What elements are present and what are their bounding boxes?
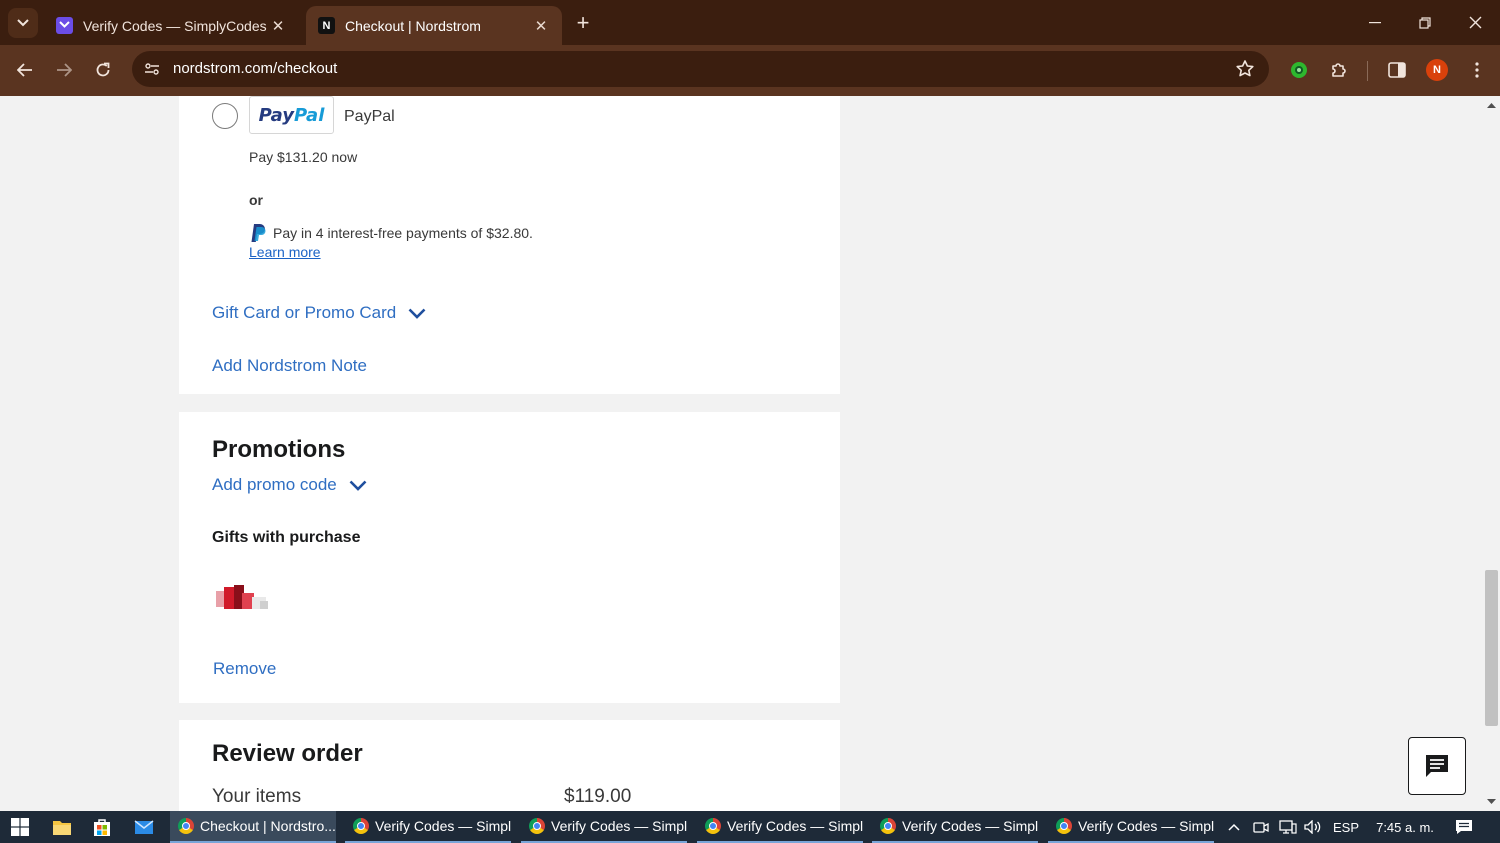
chrome-icon [1056,818,1072,834]
your-items-label: Your items [212,786,302,807]
pay-in-4-row: Pay in 4 interest-free payments of $32.8… [249,222,533,244]
paypal-p-icon [251,224,266,242]
close-tab-icon[interactable]: ✕ [532,17,550,35]
reload-button[interactable] [88,55,118,85]
taskbar-app-verify-codes[interactable]: Verify Codes — Simpl... [872,811,1038,843]
paypal-radio[interactable] [212,103,238,129]
meet-icon[interactable] [1252,817,1270,837]
taskbar-app-label: Verify Codes — Simpl... [727,818,863,834]
scroll-up-icon[interactable] [1487,101,1496,110]
new-tab-button[interactable]: + [570,10,596,36]
paypal-label: PayPal [344,108,395,125]
pay-in-4-text: Pay in 4 interest-free payments of $32.8… [273,225,533,241]
chevron-up-icon[interactable] [1225,817,1243,837]
tab-title: Verify Codes — SimplyCodes [83,17,267,34]
tab-verify-codes[interactable]: Verify Codes — SimplyCodes ✕ [44,6,299,45]
taskbar-app-verify-codes[interactable]: Verify Codes — Simpl... [697,811,863,843]
scrollbar-thumb[interactable] [1485,570,1498,726]
taskbar-app-verify-codes[interactable]: Verify Codes — Simpl... [1048,811,1214,843]
forward-button[interactable] [49,55,79,85]
bookmark-star-icon[interactable] [1235,59,1255,79]
toolbar-divider [1367,61,1368,81]
side-panel-icon[interactable] [1385,58,1409,82]
taskbar-app-label: Checkout | Nordstro... [200,818,336,834]
url-text: nordstrom.com/checkout [173,60,338,77]
reload-icon [96,62,110,77]
page-content: Pay Pal PayPal Pay $131.20 now or Pay in … [0,96,1500,811]
taskbar-app-label: Verify Codes — Simpl... [902,818,1038,834]
chrome-icon [529,818,545,834]
promotions-section: Promotions Add promo code Gifts with pur… [179,412,840,703]
nordstrom-icon: N [318,17,335,34]
or-separator: or [249,192,263,208]
scroll-down-icon[interactable] [1487,797,1496,806]
extensions-puzzle-icon[interactable] [1327,58,1351,82]
extension-green-icon[interactable] [1287,58,1311,82]
simplycodes-icon [56,17,73,34]
notifications-icon[interactable] [1452,817,1476,837]
taskbar-app-checkout[interactable]: Checkout | Nordstro... [170,811,336,843]
address-bar[interactable]: nordstrom.com/checkout [132,51,1269,87]
browser-toolbar: nordstrom.com/checkout N [0,45,1500,96]
tab-strip: Verify Codes — SimplyCodes ✕ N Checkout … [0,0,1500,45]
chat-button[interactable] [1408,737,1466,795]
chevron-down-icon [349,480,367,491]
volume-icon[interactable] [1303,817,1323,837]
arrow-right-icon [57,63,72,77]
gift-product-image [216,585,268,609]
minimize-icon[interactable] [1350,0,1400,45]
gift-card-toggle[interactable]: Gift Card or Promo Card [212,303,426,323]
learn-more-link[interactable]: Learn more [249,244,321,260]
tab-title: Checkout | Nordstrom [345,17,481,34]
add-note-link[interactable]: Add Nordstrom Note [212,356,367,376]
add-promo-toggle[interactable]: Add promo code [212,475,367,495]
tab-checkout-nordstrom[interactable]: N Checkout | Nordstrom ✕ [306,6,562,45]
arrow-left-icon [17,63,32,77]
payment-section: Pay Pal PayPal Pay $131.20 now or Pay in … [179,96,840,394]
chat-icon [1426,755,1448,777]
taskbar-app-label: Verify Codes — Simpl... [1078,818,1214,834]
review-order-title: Review order [212,740,363,767]
paypal-logo: Pay Pal [249,96,334,134]
chrome-icon [178,818,194,834]
taskbar-app-verify-codes[interactable]: Verify Codes — Simpl... [521,811,687,843]
restore-icon[interactable] [1400,0,1450,45]
profile-avatar[interactable]: N [1425,58,1449,82]
language-indicator[interactable]: ESP [1333,817,1359,837]
store-icon[interactable] [90,815,114,839]
your-items-value: $119.00 [564,786,632,807]
file-explorer-icon[interactable] [50,815,74,839]
more-vert-icon[interactable] [1465,58,1489,82]
add-promo-label: Add promo code [212,475,337,494]
avatar: N [1426,59,1448,81]
chrome-icon [353,818,369,834]
gifts-with-purchase-title: Gifts with purchase [212,529,361,546]
close-window-icon[interactable] [1450,0,1500,45]
gift-card-label: Gift Card or Promo Card [212,303,397,322]
page-scrollbar[interactable] [1483,96,1500,811]
tab-search-button[interactable] [8,8,38,38]
promotions-title: Promotions [212,436,346,463]
chevron-down-icon [17,19,29,27]
close-tab-icon[interactable]: ✕ [269,17,287,35]
site-info-icon[interactable] [142,59,162,79]
taskbar-app-label: Verify Codes — Simpl... [551,818,687,834]
windows-start-icon[interactable] [8,815,32,839]
remove-gift-link[interactable]: Remove [213,659,276,679]
clock[interactable]: 7:45 a. m. [1374,817,1436,837]
back-button[interactable] [10,55,40,85]
network-icon[interactable] [1278,817,1298,837]
pay-now-text: Pay $131.20 now [249,149,358,165]
review-order-section: Review order Your items $119.00 [179,720,840,811]
chrome-icon [880,818,896,834]
taskbar-app-label: Verify Codes — Simpl... [375,818,511,834]
chevron-down-icon [408,308,426,319]
mail-icon[interactable] [132,815,156,839]
windows-taskbar: Checkout | Nordstro... Verify Codes — Si… [0,811,1500,843]
add-note-label: Add Nordstrom Note [212,356,367,375]
chrome-icon [705,818,721,834]
taskbar-app-verify-codes[interactable]: Verify Codes — Simpl... [345,811,511,843]
